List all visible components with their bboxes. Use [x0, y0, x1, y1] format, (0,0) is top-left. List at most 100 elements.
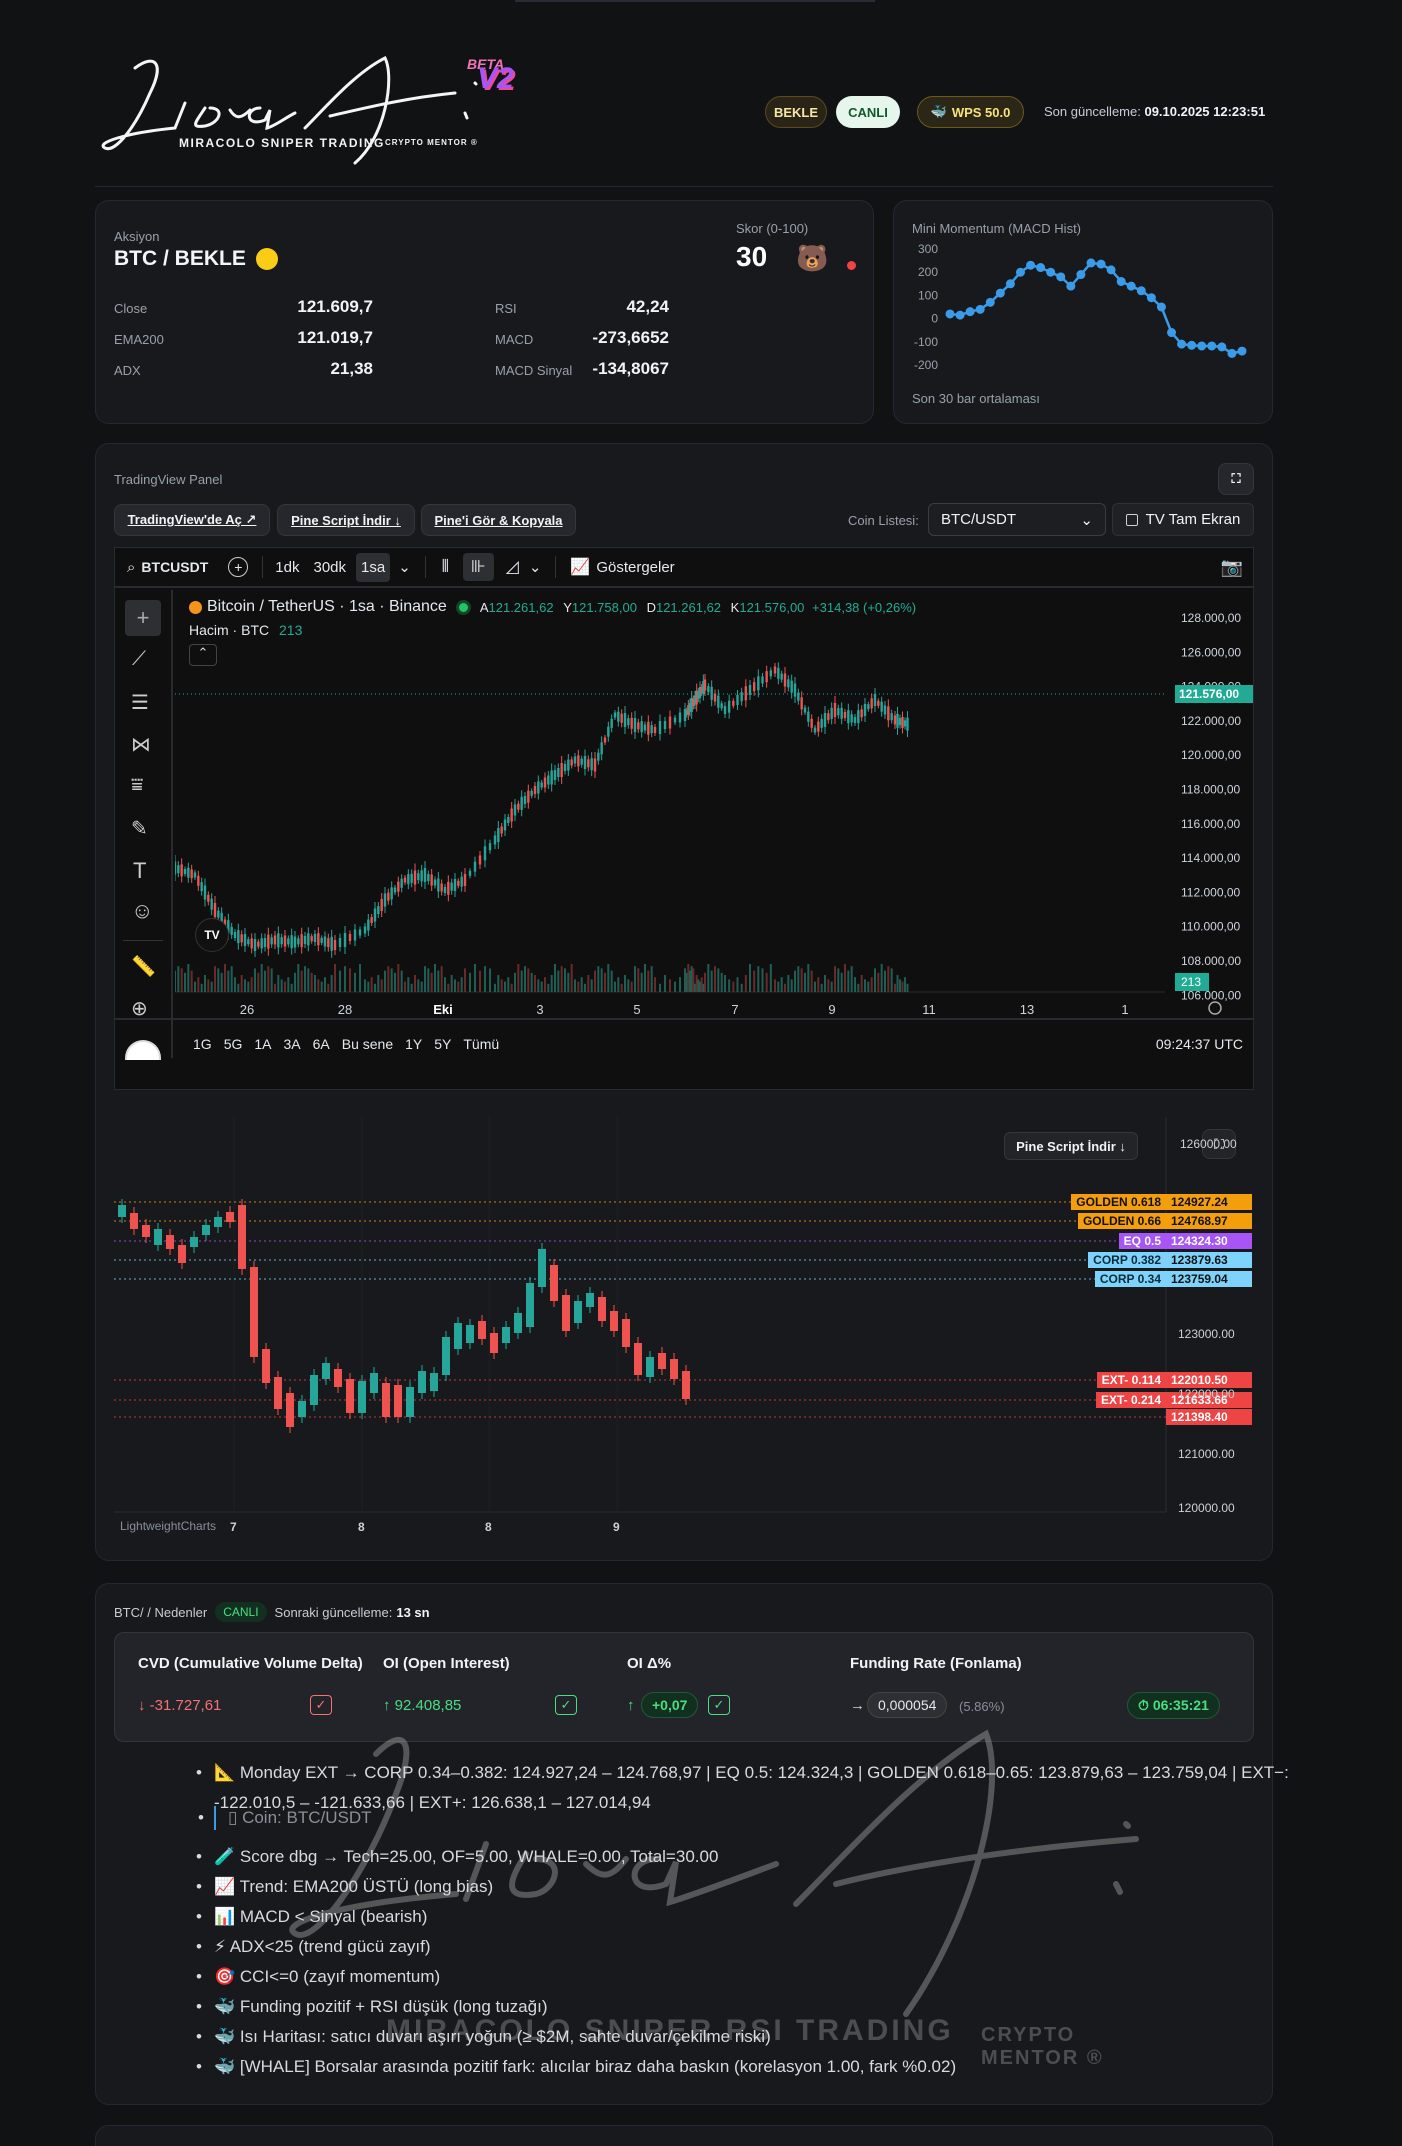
range-option[interactable]: Bu sene	[342, 1036, 393, 1052]
lw-candle	[406, 1387, 414, 1417]
tv-candle	[280, 937, 283, 945]
emoji-icon[interactable]: ☺	[131, 898, 153, 924]
tv-volume-bar	[877, 972, 880, 992]
tv-candle	[627, 718, 630, 726]
tv-x-tick: 7	[731, 1002, 738, 1017]
search-icon[interactable]: ⌕	[127, 559, 135, 576]
tv-fullscreen-toggle[interactable]: TV Tam Ekran	[1112, 503, 1254, 536]
oi-title: OI (Open Interest)	[383, 1655, 510, 1672]
momentum-chart: 300 200 100 0 -100 -200	[914, 242, 1247, 372]
range-option[interactable]: 5G	[224, 1036, 243, 1052]
open-tradingview-button[interactable]: TradingView'de Aç ↗	[114, 504, 270, 536]
tv-volume-bar	[410, 983, 413, 992]
lw-pine-download-button[interactable]: Pine Script İndir ↓	[1004, 1132, 1138, 1160]
tv-candle	[250, 938, 253, 949]
fib-icon[interactable]: ⩸	[131, 774, 143, 797]
hlines-icon[interactable]: ☰	[131, 690, 149, 715]
tv-x-tick: 9	[828, 1002, 835, 1017]
tf-1h[interactable]: 1sa	[356, 552, 391, 582]
tv-candle	[717, 695, 720, 708]
tv-candle	[177, 865, 180, 874]
ruler-icon[interactable]: 📏	[131, 954, 156, 979]
momentum-y-tick: -200	[914, 358, 938, 372]
magnet-icon[interactable]	[125, 1040, 161, 1060]
pine-copy-button[interactable]: Pine'i Gör & Kopyala	[421, 504, 576, 536]
trendline-icon[interactable]: ⟋	[132, 648, 146, 671]
crosshair-icon[interactable]: +	[125, 600, 161, 636]
tv-panel-title: TradingView Panel	[114, 472, 223, 487]
tv-volume-bar	[474, 964, 476, 992]
lw-candle	[142, 1225, 150, 1237]
candles-icon[interactable]: ⊪	[462, 553, 494, 581]
range-option[interactable]: 1A	[254, 1036, 271, 1052]
tv-candle	[567, 759, 570, 771]
tv-volume-bar	[765, 972, 768, 992]
range-option[interactable]: 1G	[193, 1036, 212, 1052]
score-label: Skor (0-100)	[736, 221, 809, 236]
expand-panel-button[interactable]: ⛶	[1218, 463, 1254, 495]
tv-vol-tag-text: 213	[1181, 975, 1201, 989]
tv-candle	[837, 708, 840, 716]
tv-volume-bar	[190, 970, 193, 992]
text-tool-icon[interactable]: T	[133, 858, 146, 884]
metrics-box: CVD (Cumulative Volume Delta) ↓ -31.727,…	[114, 1632, 1254, 1742]
momentum-point	[1086, 258, 1096, 268]
camera-icon[interactable]: 📷	[1221, 557, 1243, 578]
tf-30m[interactable]: 30dk	[313, 559, 346, 576]
yellow-status-dot-icon	[255, 248, 278, 270]
tradingview-logo-icon[interactable]: TV	[195, 918, 229, 952]
tv-y-tick: 108.000,00	[1181, 954, 1241, 968]
bar-type-icon[interactable]: ⫴	[442, 557, 449, 577]
range-option[interactable]: 6A	[313, 1036, 330, 1052]
brand-sub: CRYPTO MENTOR ®	[385, 138, 478, 147]
tv-volume-bar	[654, 977, 656, 992]
momentum-line	[949, 261, 1243, 355]
tv-volume-bar	[604, 972, 606, 992]
tf-1m[interactable]: 1dk	[275, 559, 299, 576]
add-compare-icon[interactable]: +	[228, 557, 249, 577]
symbol-search[interactable]: BTCUSDT	[141, 559, 208, 575]
lw-candle	[202, 1225, 210, 1235]
tf-chevron-icon[interactable]: ⌄	[398, 558, 411, 576]
tv-volume-bar	[810, 970, 813, 992]
tv-clock: 09:24:37 UTC	[1155, 1036, 1243, 1052]
area-chart-icon[interactable]: ◿	[506, 557, 519, 577]
tv-candle	[668, 716, 672, 729]
tv-settings-icon[interactable]	[1208, 1001, 1222, 1015]
tv-candle	[310, 936, 313, 942]
tv-x-tick: 11	[922, 1002, 936, 1017]
brush-icon[interactable]: ✎	[131, 816, 148, 841]
coin-select[interactable]: BTC/USDT ⌄	[928, 503, 1106, 536]
range-option[interactable]: 5Y	[434, 1036, 451, 1052]
tv-candle	[906, 717, 909, 731]
range-option[interactable]: 3A	[284, 1036, 301, 1052]
pine-download-button[interactable]: Pine Script İndir ↓	[277, 504, 415, 536]
tv-candle	[813, 727, 817, 733]
tv-candle	[533, 786, 537, 794]
tv-volume-bar	[404, 981, 406, 992]
range-option[interactable]: 1Y	[405, 1036, 422, 1052]
momentum-point	[1106, 265, 1116, 275]
tv-candle	[557, 768, 560, 777]
tv-candle	[373, 908, 377, 922]
lw-candle	[682, 1371, 690, 1399]
lw-candle	[310, 1375, 318, 1405]
tv-volume-bar	[207, 979, 210, 992]
tv-candle	[623, 713, 627, 727]
tv-candle	[260, 938, 263, 949]
indicators-button[interactable]: Göstergeler	[596, 559, 674, 576]
last-update: Son güncelleme: 09.10.2025 12:23:51	[1044, 104, 1265, 119]
lw-level-name: GOLDEN 0.66	[1077, 1213, 1166, 1229]
chart-type-chevron-icon[interactable]: ⌄	[529, 558, 542, 576]
tv-volume-bar	[177, 966, 180, 992]
tv-volume-bar	[390, 968, 393, 992]
checkbox-icon[interactable]	[1125, 513, 1138, 526]
tv-candle	[403, 877, 407, 883]
tv-volume-bar	[564, 968, 566, 992]
tv-volume-bar	[537, 979, 540, 992]
tv-volume-bar	[787, 975, 790, 992]
indicators-icon[interactable]: 📈	[570, 557, 590, 577]
pitchfork-icon[interactable]: ⋈	[131, 732, 151, 757]
range-option[interactable]: Tümü	[463, 1036, 499, 1052]
range-bar: 1G 5G 1A 3A 6A Bu sene 1Y 5Y Tümü	[193, 1036, 499, 1052]
